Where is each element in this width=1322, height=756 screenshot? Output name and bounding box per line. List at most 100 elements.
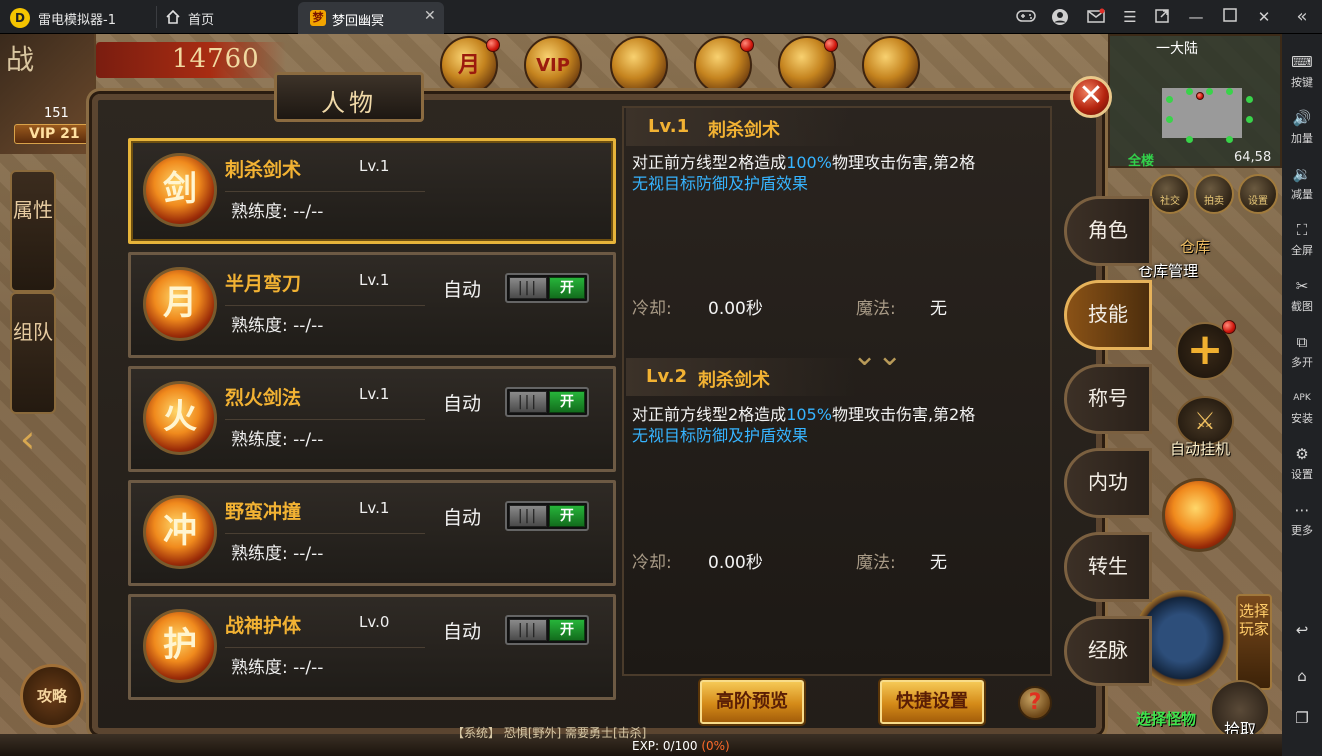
sidebar-item-settings[interactable]: ⚙ 设置 xyxy=(1282,444,1322,482)
notification-dot xyxy=(1222,320,1236,334)
exp-value: EXP: 0/100 xyxy=(632,739,698,753)
strategy-button[interactable]: 攻略 xyxy=(20,664,84,728)
desc-highlight: 无视目标防御及护盾效果 xyxy=(632,426,809,445)
player-marker xyxy=(1196,92,1204,100)
vip-badge[interactable]: VIP 21 xyxy=(14,124,94,144)
chat-line[interactable]: 【系统】 恐惧[野外] 需要勇士[击杀] xyxy=(452,724,646,741)
skill-row-half-moon[interactable]: 月 半月弯刀 Lv.1 熟练度: --/-- 自动 ||| 开 xyxy=(128,252,616,358)
maximize-icon[interactable] xyxy=(1220,8,1240,26)
tab-meridians[interactable]: 经脉 xyxy=(1064,616,1152,686)
tab-team[interactable]: 组队 xyxy=(10,292,56,414)
map-name: 一大陆 xyxy=(1156,41,1198,57)
collapse-icon[interactable]: « xyxy=(1292,8,1312,26)
sidebar-item-more[interactable]: ⋯ 更多 xyxy=(1282,500,1322,538)
collapse-arrow-icon[interactable]: ‹ xyxy=(20,414,54,464)
sidebar-item-keys[interactable]: ⌨ 按键 xyxy=(1282,52,1322,90)
skill-icon-half-moon: 月 xyxy=(143,267,217,341)
sidebar-item-volume-up[interactable]: 🔊 加量 xyxy=(1282,108,1322,146)
menu-icon[interactable]: ☰ xyxy=(1120,8,1140,26)
android-home-button[interactable]: ⌂ xyxy=(1282,666,1322,686)
skill-row-savage-charge[interactable]: 冲 野蛮冲撞 Lv.1 熟练度: --/-- 自动 ||| 开 xyxy=(128,480,616,586)
skill-level: Lv.1 xyxy=(359,499,390,517)
desc-percent: 100% xyxy=(786,153,832,172)
auto-toggle[interactable]: ||| 开 xyxy=(505,387,589,417)
popout-icon[interactable] xyxy=(1152,8,1172,26)
skill-row-assassinate[interactable]: 剑 刺杀剑术 Lv.1 熟练度: --/-- xyxy=(128,138,616,244)
shop-icon[interactable] xyxy=(862,36,920,94)
tab-role[interactable]: 角色 xyxy=(1064,196,1152,266)
close-window-icon[interactable]: ✕ xyxy=(1254,8,1274,26)
skill-shortcut-half-moon[interactable] xyxy=(1162,478,1236,552)
player-avatar[interactable]: 战 151 VIP 21 xyxy=(0,34,96,154)
toggle-on-label: 开 xyxy=(549,505,585,527)
tab-inner-power[interactable]: 内功 xyxy=(1064,448,1152,518)
sidebar-item-multi-open[interactable]: ⧉ 多开 xyxy=(1282,332,1322,370)
android-back-button[interactable]: ↩ xyxy=(1282,620,1322,640)
select-monster-button[interactable]: 选择怪物 xyxy=(1136,708,1196,729)
map-marker xyxy=(1206,88,1213,95)
proficiency-value: --/-- xyxy=(293,202,324,222)
toggle-on-label: 开 xyxy=(549,619,585,641)
help-icon[interactable]: ? xyxy=(1018,686,1052,720)
map-marker xyxy=(1186,88,1193,95)
toggle-knob[interactable]: ||| xyxy=(509,505,547,527)
auto-hang-button[interactable]: 自动挂机 xyxy=(1170,438,1230,459)
toggle-knob[interactable]: ||| xyxy=(509,277,547,299)
back-icon: ↩ xyxy=(1295,621,1309,639)
tab-close-icon[interactable]: ✕ xyxy=(424,8,436,24)
tab-skills[interactable]: 技能 xyxy=(1064,280,1152,350)
select-player-button[interactable]: 选择玩家 xyxy=(1236,594,1272,690)
minimap-all-label[interactable]: 全楼 xyxy=(1128,150,1154,169)
proficiency-value: --/-- xyxy=(293,658,324,678)
auto-toggle[interactable]: ||| 开 xyxy=(505,501,589,531)
current-level-header: Lv.1 刺杀剑术 xyxy=(626,108,856,146)
gamepad-icon[interactable] xyxy=(1016,8,1036,26)
sidebar-item-screenshot[interactable]: ✂ 截图 xyxy=(1282,276,1322,314)
skill-level: Lv.1 xyxy=(359,271,390,289)
social-button[interactable]: 社交 xyxy=(1150,174,1190,214)
settings-button[interactable]: 设置 xyxy=(1238,174,1278,214)
skill-proficiency: 熟练度: --/-- xyxy=(231,197,323,222)
quick-settings-button[interactable]: 快捷设置 xyxy=(880,680,984,724)
next-description: 对正前方线型2格造成105%物理攻击伤害,第2格 无视目标防御及护盾效果 xyxy=(632,404,1032,446)
home-icon[interactable] xyxy=(166,10,180,24)
user-icon[interactable] xyxy=(1050,8,1070,26)
auto-toggle[interactable]: ||| 开 xyxy=(505,615,589,645)
skill-name: 战神护体 xyxy=(225,615,302,637)
cooldown-label: 冷却: xyxy=(632,299,672,319)
skill-row-war-god-shield[interactable]: 护 战神护体 Lv.0 熟练度: --/-- 自动 ||| 开 xyxy=(128,594,616,700)
toggle-knob[interactable]: ||| xyxy=(509,391,547,413)
minimap[interactable]: 一大陆 全楼 64,58 xyxy=(1108,34,1282,169)
map-marker xyxy=(1186,136,1193,143)
app-title: 雷电模拟器-1 xyxy=(38,13,116,28)
treasure-chest-icon[interactable] xyxy=(610,36,668,94)
tab-home[interactable]: 首页 xyxy=(188,9,214,28)
proficiency-label: 熟练度: xyxy=(231,316,288,336)
player-level: 151 xyxy=(44,106,69,121)
vip-icon[interactable]: VIP xyxy=(524,36,582,94)
skill-name: 刺杀剑术 xyxy=(225,159,302,181)
pickup-button[interactable]: 拾取 xyxy=(1210,680,1270,740)
sidebar-item-volume-down[interactable]: 🔉 减量 xyxy=(1282,164,1322,202)
close-panel-icon[interactable]: ✕ xyxy=(1070,76,1112,118)
tab-titles[interactable]: 称号 xyxy=(1064,364,1152,434)
tab-attributes[interactable]: 属性 xyxy=(10,170,56,292)
proficiency-value: --/-- xyxy=(293,544,324,564)
skill-row-blazing-sword[interactable]: 火 烈火剑法 Lv.1 熟练度: --/-- 自动 ||| 开 xyxy=(128,366,616,472)
warehouse-label: 仓库 xyxy=(1180,238,1211,256)
tab-rebirth[interactable]: 转生 xyxy=(1064,532,1152,602)
auction-button[interactable]: 拍卖 xyxy=(1194,174,1234,214)
tab-game[interactable]: 梦 梦回幽冥 ✕ xyxy=(298,2,444,34)
game-viewport[interactable]: 14760 战 151 VIP 21 月 VIP 一大陆 全楼 64,58 社交… xyxy=(0,34,1282,756)
mail-icon[interactable] xyxy=(1086,8,1106,26)
advanced-preview-button[interactable]: 高阶预览 xyxy=(700,680,804,724)
class-badge: 战 xyxy=(6,43,35,76)
android-recents-button[interactable]: ❐ xyxy=(1282,708,1322,728)
auto-toggle[interactable]: ||| 开 xyxy=(505,273,589,303)
sidebar-item-install[interactable]: APK 安装 xyxy=(1282,388,1322,426)
toggle-knob[interactable]: ||| xyxy=(509,619,547,641)
scissors-icon: ✂ xyxy=(1295,277,1309,295)
desc-text: 对正前方线型2格造成 xyxy=(632,405,787,424)
sidebar-item-fullscreen[interactable]: ⛶ 全屏 xyxy=(1282,220,1322,258)
minimize-icon[interactable]: — xyxy=(1186,8,1206,26)
